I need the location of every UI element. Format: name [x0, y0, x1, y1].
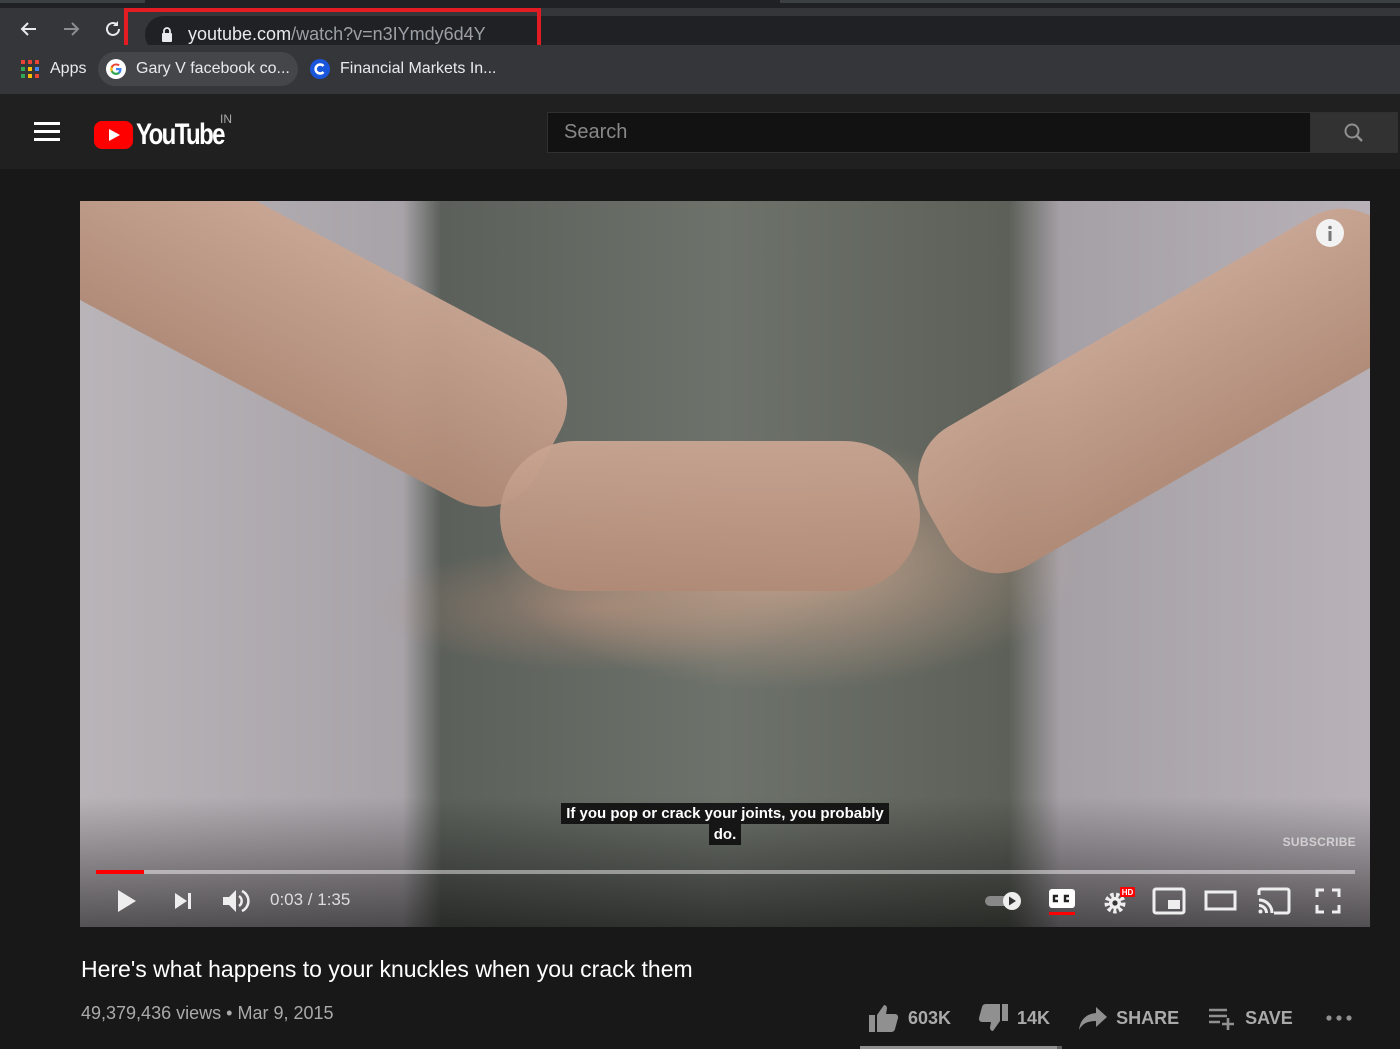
- video-actions: 603K 14K SHARE SAVE: [868, 1000, 1353, 1036]
- bookmark-label: Apps: [50, 60, 87, 77]
- apps-grid-icon: [20, 59, 40, 79]
- bookmark-apps[interactable]: Apps: [12, 52, 94, 86]
- subscribe-watermark[interactable]: SUBSCRIBE: [1283, 835, 1356, 849]
- bookmark-label: Financial Markets In...: [340, 60, 497, 77]
- like-count: 603K: [908, 1007, 952, 1028]
- caption-line-1: If you pop or crack your joints, you pro…: [561, 803, 889, 824]
- fullscreen-icon: [1315, 888, 1341, 914]
- view-count: 49,379,436 views: [81, 1003, 222, 1023]
- tab-strip: [0, 0, 1400, 8]
- youtube-play-icon: [94, 121, 133, 149]
- fullscreen-button[interactable]: [1310, 883, 1346, 919]
- miniplayer-button[interactable]: [1150, 883, 1188, 919]
- volume-button[interactable]: [218, 883, 254, 919]
- bookmark-financial-markets[interactable]: Financial Markets In...: [302, 52, 505, 86]
- cc-icon: [1049, 889, 1075, 915]
- video-player[interactable]: If you pop or crack your joints, you pro…: [80, 201, 1370, 927]
- captions-button[interactable]: [1044, 883, 1080, 919]
- more-actions-button[interactable]: [1325, 1013, 1353, 1023]
- search-bar: [547, 112, 1398, 153]
- forward-arrow-icon: [64, 22, 80, 36]
- next-button[interactable]: [168, 883, 198, 919]
- volume-icon: [223, 889, 250, 913]
- theater-mode-button[interactable]: [1202, 883, 1240, 919]
- region-code: IN: [220, 112, 232, 126]
- bookmark-label: Gary V facebook co...: [136, 60, 290, 77]
- play-button[interactable]: [110, 883, 144, 919]
- thumbs-down-icon: [978, 1004, 1009, 1031]
- video-frame-right-arm: [896, 201, 1370, 596]
- add-to-playlist-icon: [1209, 1008, 1235, 1030]
- video-meta: 49,379,436 views • Mar 9, 2015: [81, 1003, 334, 1024]
- tab-edge: [780, 0, 1400, 3]
- skip-next-icon: [175, 893, 191, 909]
- cast-button[interactable]: [1255, 883, 1293, 919]
- time-display: 0:03 / 1:35: [270, 890, 351, 909]
- closed-caption: If you pop or crack your joints, you pro…: [80, 803, 1370, 845]
- dislike-count: 14K: [1017, 1007, 1051, 1028]
- hd-badge: HD: [1122, 888, 1134, 897]
- back-button[interactable]: [16, 16, 42, 42]
- search-input[interactable]: [548, 113, 1310, 152]
- autoplay-toggle-icon: [985, 892, 1021, 910]
- forward-button[interactable]: [58, 16, 84, 42]
- back-arrow-icon: [20, 22, 36, 36]
- youtube-header: YouTube IN: [0, 94, 1400, 169]
- share-label: SHARE: [1116, 1007, 1180, 1028]
- dislike-button[interactable]: 14K: [977, 1003, 1050, 1033]
- share-button[interactable]: SHARE: [1078, 1005, 1179, 1031]
- caption-line-2: do.: [708, 824, 742, 845]
- settings-button[interactable]: HD: [1098, 883, 1138, 919]
- video-frame-hands: [500, 441, 920, 591]
- play-icon: [118, 890, 136, 912]
- save-label: SAVE: [1245, 1007, 1293, 1028]
- youtube-logo[interactable]: YouTube IN: [94, 112, 246, 152]
- search-button[interactable]: [1310, 113, 1397, 152]
- tab-edge: [0, 0, 145, 3]
- cast-icon: [1257, 887, 1291, 915]
- google-icon: [106, 59, 126, 79]
- reload-icon: [106, 21, 120, 36]
- upload-date: Mar 9, 2015: [237, 1003, 334, 1023]
- miniplayer-icon: [1152, 887, 1186, 915]
- theater-mode-icon: [1204, 890, 1237, 911]
- c-logo-icon: [310, 59, 330, 79]
- search-icon: [1344, 123, 1363, 142]
- bookmark-gary-v[interactable]: Gary V facebook co...: [98, 52, 298, 86]
- progress-bar[interactable]: [96, 870, 1355, 874]
- reload-button[interactable]: [100, 16, 126, 42]
- info-icon: [1328, 225, 1332, 241]
- info-button[interactable]: [1316, 219, 1344, 247]
- save-button[interactable]: SAVE: [1207, 1005, 1293, 1031]
- share-arrow-icon: [1079, 1007, 1108, 1030]
- autoplay-toggle[interactable]: [982, 883, 1024, 919]
- menu-button[interactable]: [34, 122, 60, 142]
- video-title: Here's what happens to your knuckles whe…: [81, 956, 693, 982]
- logo-text: YouTube: [136, 118, 225, 151]
- settings-gear-icon: HD: [1104, 887, 1135, 914]
- like-button[interactable]: 603K: [868, 1003, 951, 1033]
- bookmarks-bar: Apps Gary V facebook co... Financial Mar…: [0, 45, 1400, 94]
- more-horizontal-icon: [1326, 1015, 1352, 1021]
- thumbs-up-icon: [869, 1005, 899, 1032]
- meta-separator: •: [226, 1003, 233, 1023]
- progress-played: [96, 870, 144, 874]
